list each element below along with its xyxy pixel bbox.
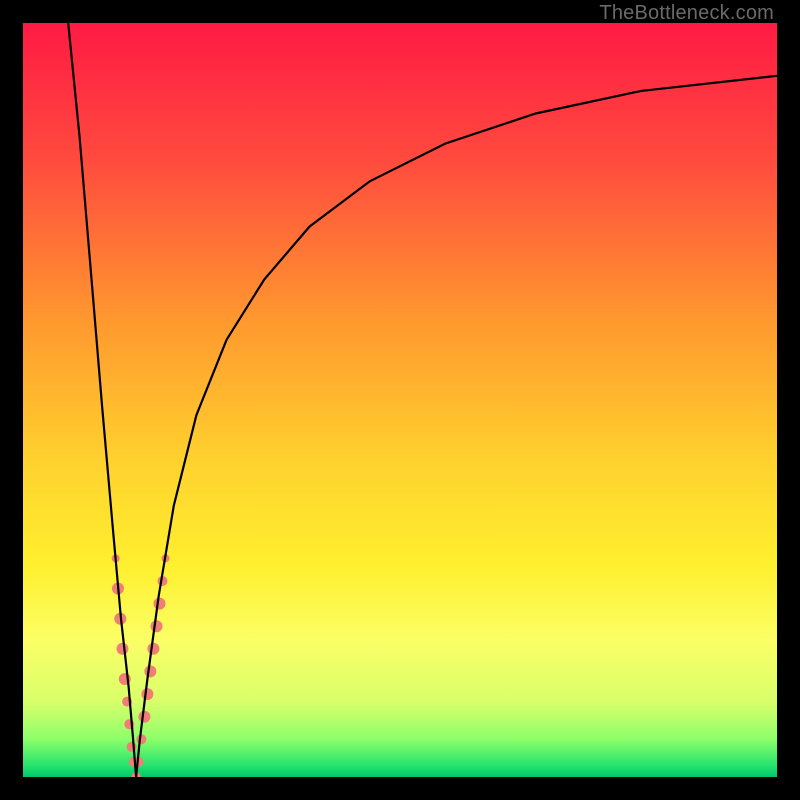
data-marker [144, 665, 156, 677]
data-marker [154, 598, 166, 610]
data-marker [127, 742, 137, 752]
data-marker [138, 711, 150, 723]
plot-area [23, 23, 777, 777]
curve-left-branch [68, 23, 136, 777]
chart-frame: TheBottleneck.com [0, 0, 800, 800]
data-marker [147, 643, 159, 655]
data-marker [141, 688, 153, 700]
data-marker [151, 620, 163, 632]
bottleneck-curve [23, 23, 777, 777]
curve-right-branch [136, 76, 777, 777]
watermark-text: TheBottleneck.com [599, 2, 774, 25]
data-marker [117, 643, 129, 655]
